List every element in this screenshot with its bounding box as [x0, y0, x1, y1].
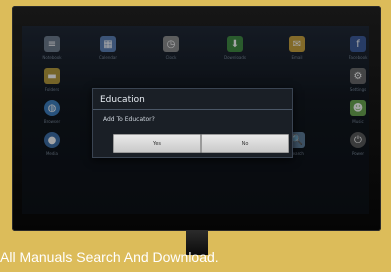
dialog-message: Add To Educator? [103, 116, 155, 123]
confirm-dialog: Education Add To Educator? Yes No [92, 88, 293, 158]
footer-text: All Manuals Search And Download. [0, 249, 219, 265]
dialog-title: Education [100, 95, 145, 105]
no-button[interactable]: No [201, 134, 289, 153]
tv-screen: ≡ Notebook ▦ Calendar ◷ Clock ⬇ Download… [22, 26, 369, 214]
dialog-separator [93, 109, 292, 110]
yes-button[interactable]: Yes [113, 134, 201, 153]
